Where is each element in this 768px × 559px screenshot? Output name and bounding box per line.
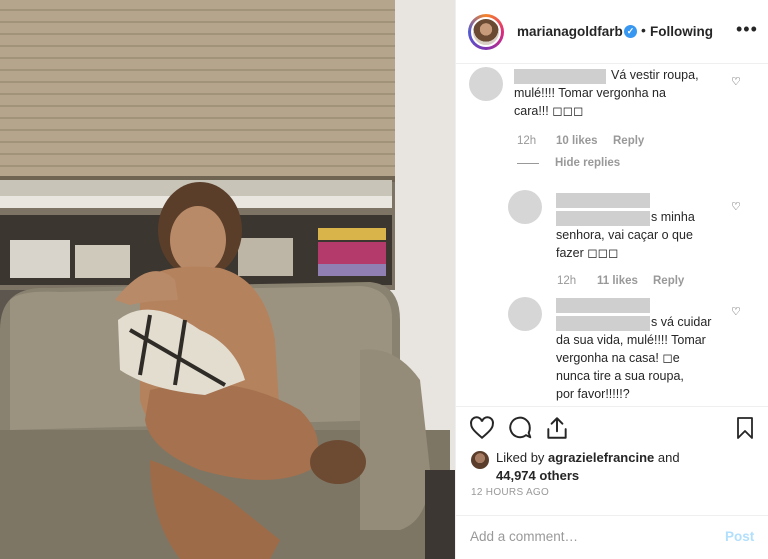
more-icon[interactable]: •••	[736, 19, 758, 40]
post-timestamp[interactable]: 12 HOURS AGO	[471, 487, 549, 498]
redacted-text	[556, 211, 650, 226]
comment-text-line: cara!!! ◻◻◻	[514, 104, 584, 118]
comment-text-line: nunca tire a sua roupa,	[556, 369, 684, 383]
comment-text-line: da sua vida, mulé!!!! Tomar	[556, 333, 706, 347]
redacted-username	[556, 298, 650, 313]
heart-icon[interactable]	[469, 415, 495, 441]
redacted-username	[514, 69, 606, 84]
post-comment-button[interactable]: Post	[725, 529, 754, 544]
comment-likes[interactable]: 10 likes	[556, 135, 598, 147]
bookmark-icon[interactable]	[733, 415, 757, 441]
liked-by-text: Liked by agrazielefrancine and 44,974 ot…	[496, 449, 680, 485]
commenter-avatar[interactable]	[469, 67, 503, 101]
comment-age: 12h	[517, 135, 537, 147]
comment-heart-icon[interactable]: ♡	[731, 200, 741, 213]
liked-by-connector: and	[654, 450, 680, 465]
liked-by-user[interactable]: agrazielefrancine	[548, 450, 654, 465]
comment-text-line: senhora, vai caçar o que	[556, 228, 693, 242]
post-header: marianagoldfarb ✓ • Following •••	[456, 0, 768, 64]
following-button[interactable]: Following	[650, 24, 713, 39]
comment-text-line: s minha	[651, 210, 695, 224]
verified-icon: ✓	[624, 25, 637, 38]
liked-by-avatar[interactable]	[471, 451, 489, 469]
redacted-text	[556, 316, 650, 331]
comment-icon[interactable]	[507, 415, 533, 441]
post-sidebar: marianagoldfarb ✓ • Following ••• Vá ves…	[455, 0, 768, 559]
comments-list: Vá vestir roupa, mulé!!!! Tomar vergonha…	[456, 64, 768, 406]
comment-text-line: por favor!!!!!?	[556, 387, 630, 401]
comment-age: 12h	[557, 275, 577, 287]
photo-illustration	[0, 0, 455, 559]
comment-text-line: vergonha na casa! ◻e	[556, 351, 680, 365]
comment-text-line: fazer ◻◻◻	[556, 246, 619, 260]
reply-button[interactable]: Reply	[653, 275, 684, 287]
post-photo	[0, 0, 455, 559]
comment-text-line: mulé!!!! Tomar vergonha na	[514, 86, 666, 100]
author-username[interactable]: marianagoldfarb	[517, 24, 623, 39]
post-actions: Liked by agrazielefrancine and 44,974 ot…	[456, 406, 768, 515]
likes-count[interactable]: 44,974 others	[496, 468, 579, 483]
share-icon[interactable]	[544, 415, 570, 441]
hide-replies-button[interactable]: Hide replies	[555, 157, 620, 169]
header-separator: •	[641, 22, 646, 38]
comment-input[interactable]: Add a comment…	[470, 529, 578, 544]
liked-by-prefix: Liked by	[496, 450, 549, 465]
comment-likes[interactable]: 11 likes	[597, 275, 638, 287]
reply-button[interactable]: Reply	[613, 135, 644, 147]
comment-text-line: s vá cuidar	[651, 315, 712, 329]
comment-text-line: Vá vestir roupa,	[611, 68, 699, 82]
author-avatar[interactable]	[468, 14, 504, 50]
redacted-username	[556, 193, 650, 208]
commenter-avatar[interactable]	[508, 297, 542, 331]
comment-heart-icon[interactable]: ♡	[731, 305, 741, 318]
add-comment-bar: Add a comment… Post	[456, 515, 768, 559]
hide-replies-line	[517, 163, 539, 164]
author-avatar-image	[471, 17, 501, 47]
comment-heart-icon[interactable]: ♡	[731, 75, 741, 88]
commenter-avatar[interactable]	[508, 190, 542, 224]
